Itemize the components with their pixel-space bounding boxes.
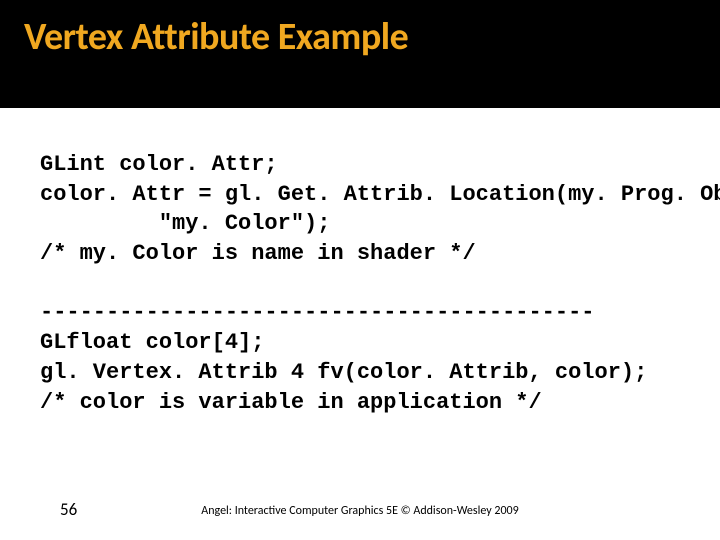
copyright: Angel: Interactive Computer Graphics 5E … [0, 504, 720, 518]
slide-title: Vertex Attribute Example [24, 14, 720, 60]
code-line: GLfloat color[4]; [40, 330, 264, 355]
title-bar: Vertex Attribute Example [0, 0, 720, 108]
code-line: ----------------------------------------… [40, 300, 595, 325]
code-line: /* color is variable in application */ [40, 390, 542, 415]
code-line: "my. Color"); [40, 211, 330, 236]
code-line: GLint color. Attr; [40, 152, 278, 177]
code-line: gl. Vertex. Attrib 4 fv(color. Attrib, c… [40, 360, 647, 385]
code-line: color. Attr = gl. Get. Attrib. Location(… [40, 182, 720, 207]
slide: Vertex Attribute Example GLint color. At… [0, 0, 720, 540]
code-block: GLint color. Attr; color. Attr = gl. Get… [0, 108, 720, 417]
code-line: /* my. Color is name in shader */ [40, 241, 476, 266]
